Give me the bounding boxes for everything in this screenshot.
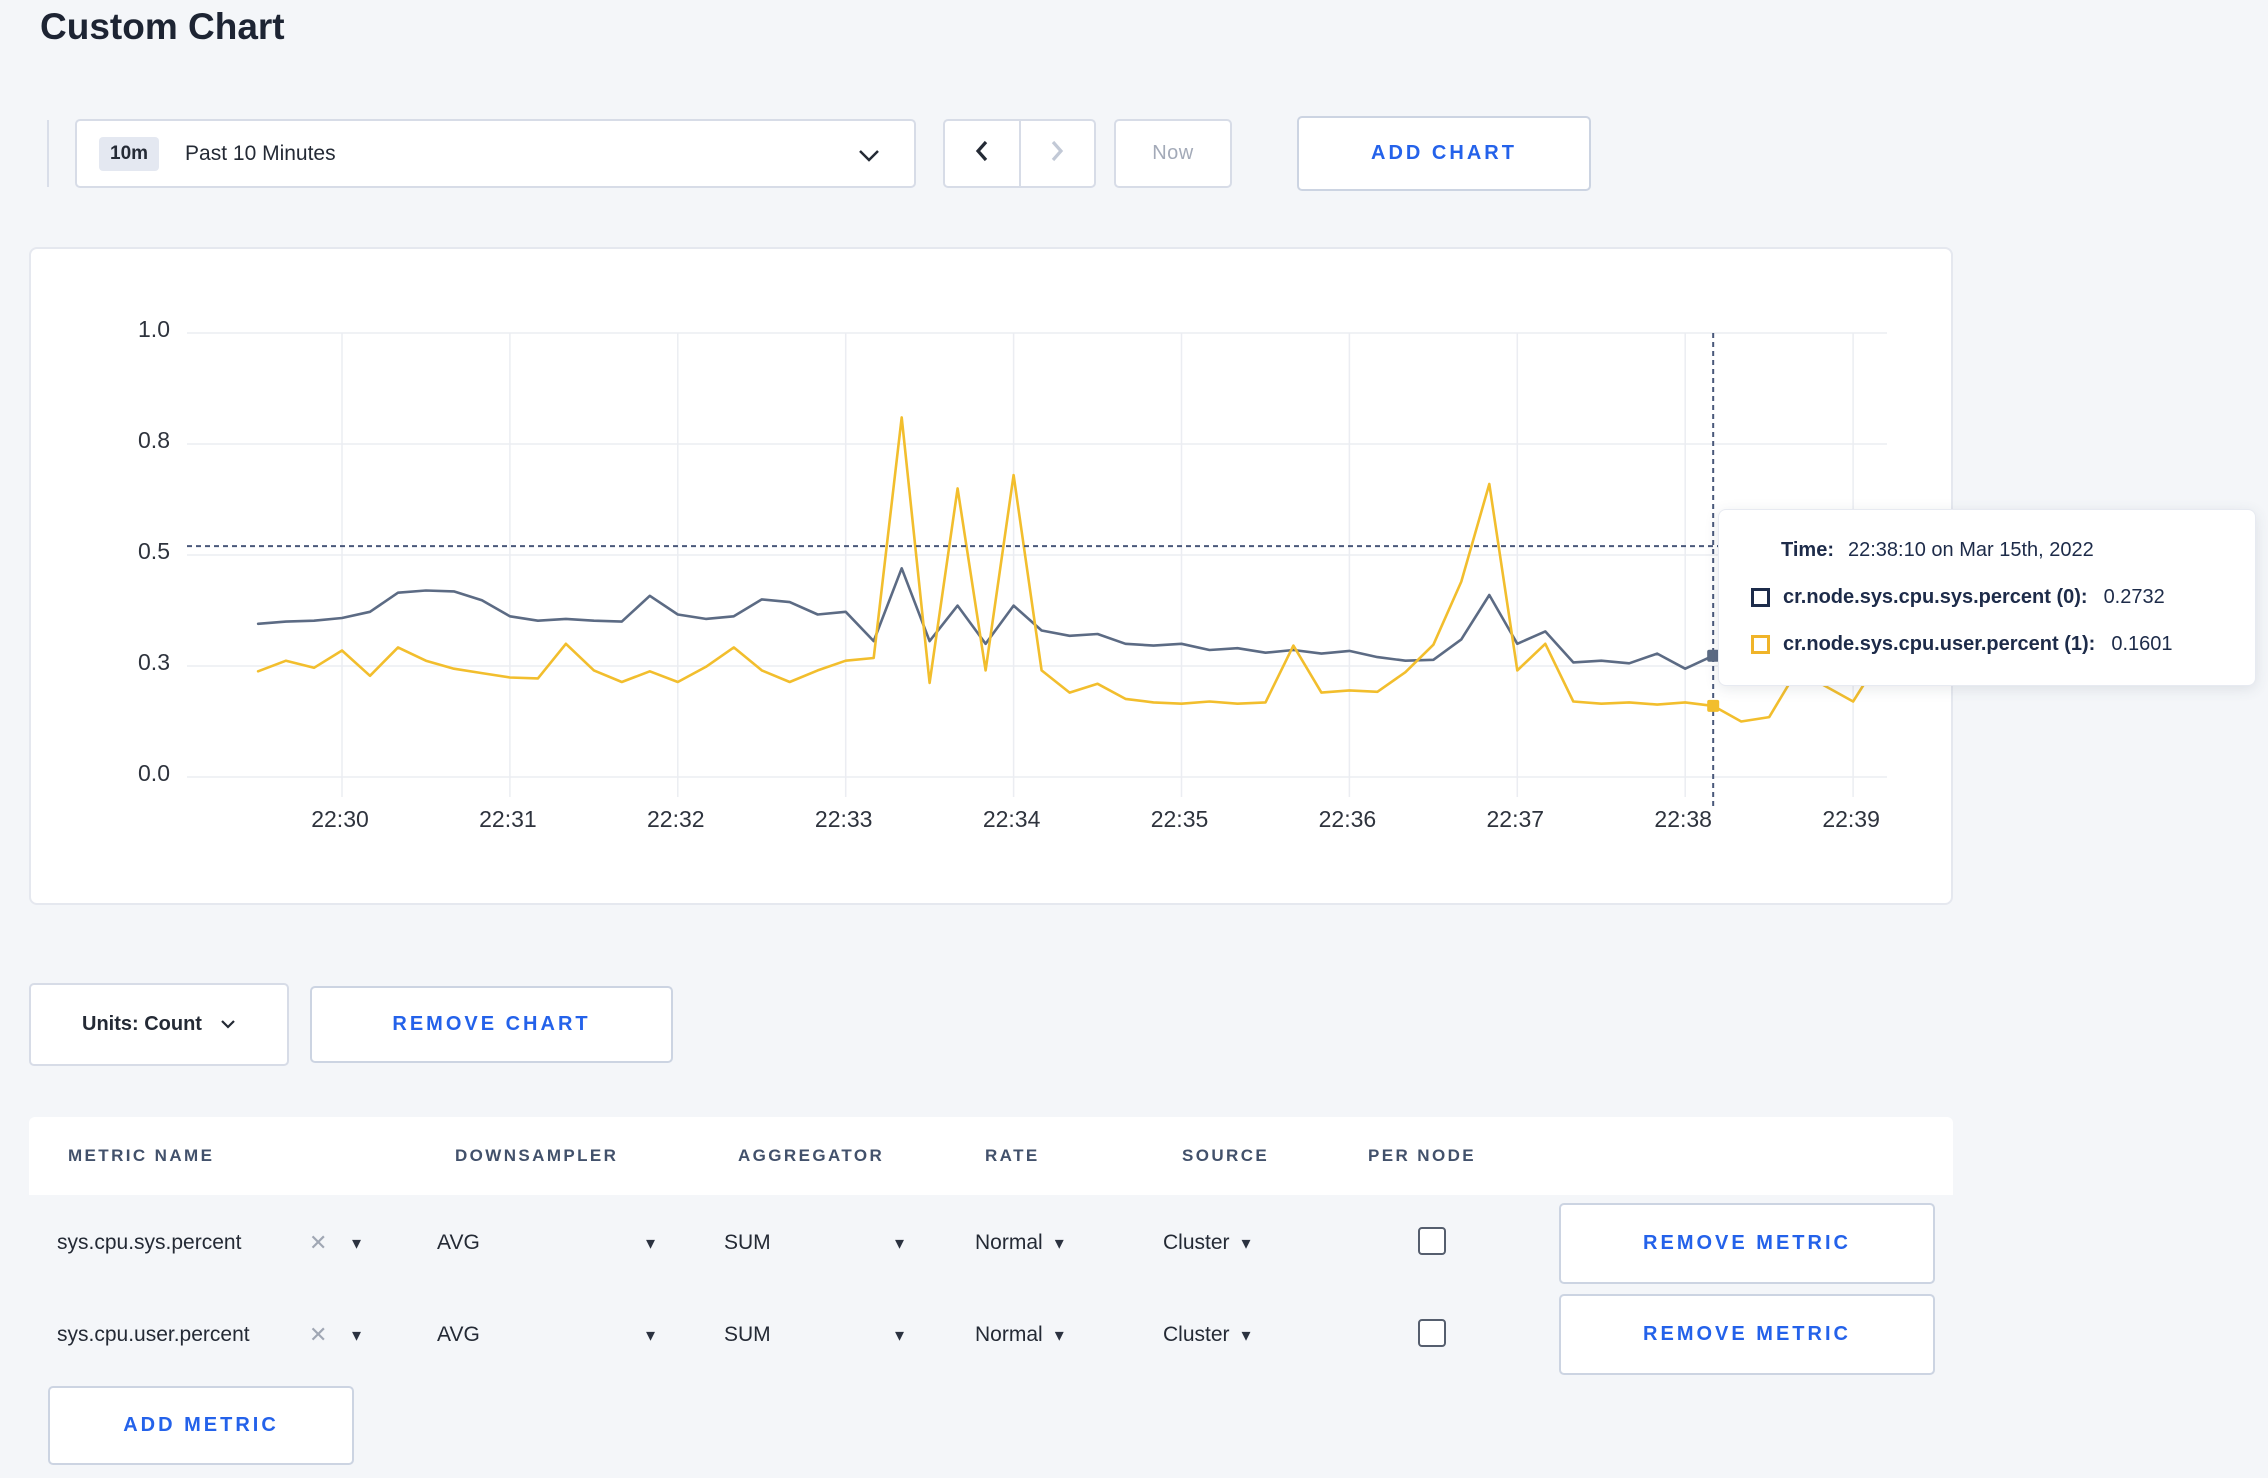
caret-down-icon: ▾ — [1054, 1325, 1064, 1345]
tooltip-series-row: cr.node.sys.cpu.user.percent (1): 0.1601 — [1719, 621, 2255, 668]
col-header-per-node: PER NODE — [1368, 1146, 1476, 1165]
page-title: Custom Chart — [40, 6, 285, 47]
remove-metric-button[interactable]: REMOVE METRIC — [1559, 1203, 1935, 1284]
x-tick-label: 22:33 — [814, 806, 873, 832]
aggregator-dropdown[interactable]: SUM ▾ — [724, 1228, 904, 1258]
x-tick-label: 22:30 — [311, 806, 369, 832]
source-value: Cluster — [1163, 1231, 1230, 1254]
custom-chart-page: Custom Chart 10m Past 10 Minutes Now ADD… — [0, 0, 2268, 1478]
time-range-badge: 10m — [99, 136, 160, 171]
caret-down-icon: ▾ — [894, 1233, 904, 1253]
add-chart-button[interactable]: ADD CHART — [1297, 116, 1591, 191]
aggregator-value: SUM — [724, 1231, 771, 1254]
metric-name[interactable]: sys.cpu.user.percent — [57, 1320, 250, 1350]
tooltip-series-label: cr.node.sys.cpu.user.percent (1): — [1783, 633, 2096, 655]
remove-metric-button[interactable]: REMOVE METRIC — [1559, 1294, 1935, 1375]
source-dropdown[interactable]: Cluster ▾ — [1163, 1228, 1251, 1258]
x-tick-label: 22:37 — [1486, 806, 1545, 832]
chevron-down-icon — [220, 1013, 236, 1036]
x-tick-label: 22:35 — [1150, 806, 1209, 832]
cpu-line-chart[interactable] — [31, 249, 1951, 903]
x-tick-label: 22:38 — [1654, 806, 1712, 832]
sys-series-swatch-icon — [1751, 588, 1770, 607]
per-node-checkbox[interactable] — [1418, 1227, 1446, 1255]
caret-down-icon[interactable]: ▾ — [352, 1320, 361, 1350]
source-value: Cluster — [1163, 1323, 1230, 1346]
y-tick-label: 0.8 — [138, 427, 170, 453]
x-tick-label: 22:32 — [647, 806, 705, 832]
time-range-label: Past 10 Minutes — [185, 141, 336, 165]
y-tick-label: 0.3 — [138, 649, 170, 675]
units-dropdown[interactable]: Units: Count — [29, 983, 289, 1066]
x-tick-label: 22:39 — [1822, 806, 1880, 832]
add-metric-button[interactable]: ADD METRIC — [48, 1386, 354, 1465]
time-nav-group — [943, 119, 1096, 188]
col-header-aggregator: AGGREGATOR — [738, 1146, 885, 1165]
next-range-button[interactable] — [1018, 121, 1095, 186]
tooltip-time-value: 22:38:10 on Mar 15th, 2022 — [1847, 539, 2094, 561]
downsampler-dropdown[interactable]: AVG ▾ — [437, 1228, 655, 1258]
x-tick-label: 22:34 — [982, 806, 1041, 832]
caret-down-icon: ▾ — [894, 1325, 904, 1345]
tooltip-series-value: 0.1601 — [2111, 633, 2173, 655]
time-range-selector[interactable]: 10m Past 10 Minutes — [75, 119, 916, 188]
caret-down-icon: ▾ — [1054, 1233, 1064, 1253]
caret-down-icon: ▾ — [645, 1325, 655, 1345]
y-tick-label: 0.0 — [138, 760, 170, 786]
y-tick-label: 1.0 — [138, 316, 170, 342]
user-series-swatch-icon — [1751, 635, 1770, 654]
col-header-rate: RATE — [985, 1146, 1040, 1165]
chevron-down-icon — [858, 149, 880, 168]
downsampler-value: AVG — [437, 1323, 480, 1346]
prev-range-button[interactable] — [945, 121, 1019, 186]
tooltip-series-value: 0.2732 — [2103, 586, 2165, 608]
col-header-downsampler: DOWNSAMPLER — [455, 1146, 619, 1165]
remove-chart-button[interactable]: REMOVE CHART — [310, 986, 673, 1063]
per-node-checkbox[interactable] — [1418, 1319, 1446, 1347]
aggregator-value: SUM — [724, 1323, 771, 1346]
x-tick-label: 22:36 — [1318, 806, 1377, 832]
tooltip-series-label: cr.node.sys.cpu.sys.percent (0): — [1783, 586, 2088, 608]
rate-value: Normal — [975, 1323, 1043, 1346]
aggregator-dropdown[interactable]: SUM ▾ — [724, 1320, 904, 1350]
chart-tooltip: Time: 22:38:10 on Mar 15th, 2022 cr.node… — [1718, 509, 2256, 686]
metric-name[interactable]: sys.cpu.sys.percent — [57, 1228, 241, 1258]
tooltip-time-row: Time: 22:38:10 on Mar 15th, 2022 — [1719, 527, 2255, 574]
rate-dropdown[interactable]: Normal ▾ — [975, 1228, 1064, 1258]
source-dropdown[interactable]: Cluster ▾ — [1163, 1320, 1251, 1350]
y-tick-label: 0.5 — [138, 538, 170, 564]
caret-down-icon: ▾ — [645, 1233, 655, 1253]
units-label: Units: Count — [82, 1013, 202, 1035]
chevron-left-icon — [973, 139, 991, 168]
chevron-right-icon — [1048, 139, 1066, 168]
downsampler-value: AVG — [437, 1231, 480, 1254]
rate-value: Normal — [975, 1231, 1043, 1254]
tooltip-time-label: Time: — [1781, 539, 1834, 561]
now-button[interactable]: Now — [1114, 119, 1232, 188]
caret-down-icon: ▾ — [1241, 1233, 1251, 1253]
tooltip-series-row: cr.node.sys.cpu.sys.percent (0): 0.2732 — [1719, 574, 2255, 621]
rate-dropdown[interactable]: Normal ▾ — [975, 1320, 1064, 1350]
caret-down-icon[interactable]: ▾ — [352, 1228, 361, 1258]
remove-metric-x-icon[interactable]: ✕ — [309, 1228, 327, 1258]
col-header-metric-name: METRIC NAME — [68, 1146, 215, 1165]
downsampler-dropdown[interactable]: AVG ▾ — [437, 1320, 655, 1350]
caret-down-icon: ▾ — [1241, 1325, 1251, 1345]
x-tick-label: 22:31 — [479, 806, 537, 832]
remove-metric-x-icon[interactable]: ✕ — [309, 1320, 327, 1350]
toolbar-divider — [47, 120, 49, 187]
col-header-source: SOURCE — [1182, 1146, 1270, 1165]
